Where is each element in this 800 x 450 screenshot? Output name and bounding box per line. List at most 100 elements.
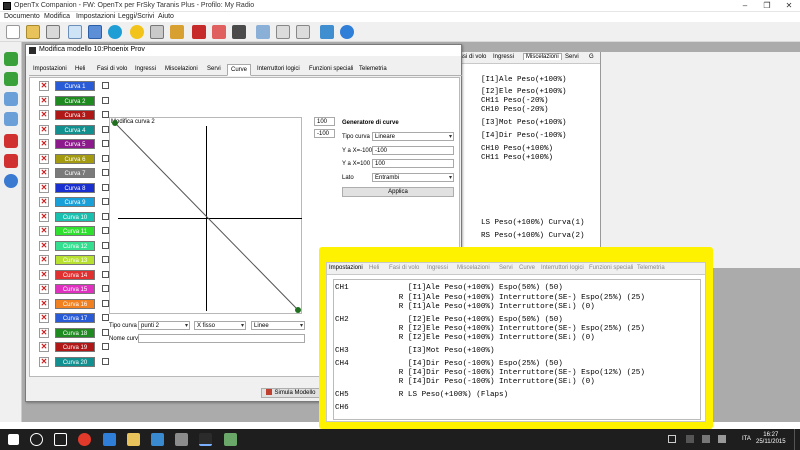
delete-curve-icon[interactable]: ✕ <box>39 211 49 222</box>
curve-visible-checkbox[interactable] <box>102 96 109 104</box>
curve-visible-checkbox[interactable] <box>102 140 109 147</box>
store-icon[interactable] <box>151 433 164 446</box>
summary-tab-impostazioni[interactable]: Impostazioni <box>329 265 363 271</box>
maximize-button[interactable]: ❐ <box>756 0 778 12</box>
rp-tab-g[interactable]: G <box>589 54 594 60</box>
show-desktop-button[interactable] <box>794 429 800 450</box>
delete-curve-icon[interactable]: ✕ <box>39 313 49 323</box>
curve-visible-checkbox[interactable] <box>102 343 109 350</box>
tab-servi[interactable]: Servi <box>207 66 221 72</box>
save-app-icon[interactable] <box>175 433 188 446</box>
curve-select-button[interactable]: Curva 13 <box>55 255 95 265</box>
apply-button[interactable]: Applica <box>342 187 454 197</box>
x-mode-select[interactable]: X fisso <box>194 321 246 330</box>
dock-backup-icon[interactable] <box>4 112 18 126</box>
curve-type-select[interactable]: punti 2 <box>138 321 190 330</box>
gen-y-plus-input[interactable]: 100 <box>372 159 454 168</box>
curve-select-button[interactable]: Curva 17 <box>55 313 95 323</box>
start-windows-icon[interactable] <box>8 434 19 445</box>
delete-curve-icon[interactable]: ✕ <box>39 298 49 309</box>
curve-point-end[interactable] <box>295 307 301 313</box>
simulate-model-button[interactable]: Simula Modello <box>261 388 321 398</box>
delete-curve-icon[interactable]: ✕ <box>39 197 49 207</box>
summary-tab-telemetria[interactable]: Telemetria <box>637 265 665 271</box>
delete-curve-icon[interactable]: ✕ <box>39 240 49 251</box>
curve-select-button[interactable]: Curva 10 <box>55 211 95 222</box>
curve-select-button[interactable]: Curva 9 <box>55 197 95 207</box>
gen-side-select[interactable]: Entrambi <box>372 173 454 182</box>
curve-select-button[interactable]: Curva 5 <box>55 139 95 149</box>
line-mode-select[interactable]: Linee <box>251 321 305 330</box>
delete-curve-icon[interactable]: ✕ <box>39 168 49 178</box>
delete-curve-icon[interactable]: ✕ <box>39 81 49 91</box>
new-file-icon[interactable] <box>6 25 20 39</box>
summary-tab-funzioni[interactable]: Funzioni speciali <box>589 265 633 271</box>
menu-impostazioni[interactable]: Impostazioni <box>76 13 115 20</box>
summary-tab-interruttori[interactable]: Interruttori logici <box>541 265 584 271</box>
close-button[interactable]: ✕ <box>778 0 800 12</box>
curve-select-button[interactable]: Curva 16 <box>55 298 95 309</box>
curve-select-button[interactable]: Curva 15 <box>55 284 95 294</box>
save-icon[interactable] <box>46 25 60 39</box>
curve-select-button[interactable]: Curva 11 <box>55 226 95 236</box>
menu-documento[interactable]: Documento <box>4 13 40 20</box>
curve-visible-checkbox[interactable] <box>102 183 109 191</box>
curve-select-button[interactable]: Curva 4 <box>55 124 95 135</box>
dock-firmware-icon[interactable] <box>4 134 18 148</box>
tab-fasi-di-volo[interactable]: Fasi di volo <box>97 66 127 72</box>
dock-settings-icon[interactable] <box>4 174 18 188</box>
delete-curve-icon[interactable]: ✕ <box>39 182 49 193</box>
spin-bottom[interactable]: -100 <box>314 129 335 138</box>
menu-leggi-scrivi[interactable]: Leggi/Scrivi <box>118 13 154 20</box>
minimize-button[interactable]: – <box>734 0 756 12</box>
curve-select-button[interactable]: Curva 19 <box>55 342 95 352</box>
print-icon[interactable] <box>150 25 164 39</box>
calculator-icon[interactable] <box>192 25 206 39</box>
summary-tab-miscelazioni[interactable]: Miscelazioni <box>457 265 490 271</box>
delete-curve-icon[interactable]: ✕ <box>39 226 49 236</box>
curve-graph[interactable]: Modifica curva 2 <box>109 117 302 314</box>
curve-visible-checkbox[interactable] <box>102 111 109 118</box>
tray-network-icon[interactable] <box>702 435 710 443</box>
tab-heli[interactable]: Heli <box>75 66 85 72</box>
curve-visible-checkbox[interactable] <box>102 82 109 89</box>
dock-download-icon[interactable] <box>4 52 18 66</box>
curve-visible-checkbox[interactable] <box>102 357 109 365</box>
taskbar-clock[interactable]: 16:27 25/11/2015 <box>756 432 786 446</box>
language-indicator[interactable]: ITA <box>742 436 751 442</box>
curve-select-button[interactable]: Curva 3 <box>55 110 95 120</box>
curve-visible-checkbox[interactable] <box>102 270 109 278</box>
curve-visible-checkbox[interactable] <box>102 285 109 292</box>
summary-tab-heli[interactable]: Heli <box>369 265 379 271</box>
spin-top[interactable]: 100 <box>314 117 335 126</box>
tray-up-icon[interactable] <box>668 435 676 443</box>
open-folder-icon[interactable] <box>26 25 40 39</box>
curve-visible-checkbox[interactable] <box>102 256 109 263</box>
write-radio-icon[interactable] <box>212 25 226 39</box>
rp-tab-ingressi[interactable]: Ingressi <box>493 54 514 60</box>
tab-funzioni-speciali[interactable]: Funzioni speciali <box>309 66 353 72</box>
summary-tab-servi[interactable]: Servi <box>499 265 513 271</box>
delete-curve-icon[interactable]: ✕ <box>39 255 49 265</box>
delete-curve-icon[interactable]: ✕ <box>39 153 49 164</box>
explorer-icon[interactable] <box>127 433 140 446</box>
gen-y-minus-input[interactable]: -100 <box>372 146 454 155</box>
tab-impostazioni[interactable]: Impostazioni <box>33 66 67 72</box>
delete-curve-icon[interactable]: ✕ <box>39 139 49 149</box>
curve-visible-checkbox[interactable] <box>102 198 109 205</box>
paste-icon[interactable] <box>296 25 310 39</box>
task-view-icon[interactable] <box>54 433 67 446</box>
delete-curve-icon[interactable]: ✕ <box>39 124 49 135</box>
summary-tab-curve[interactable]: Curve <box>519 265 535 271</box>
dock-flash-icon[interactable] <box>4 154 18 168</box>
search-circle-icon[interactable] <box>30 433 43 446</box>
curve-select-button[interactable]: Curva 1 <box>55 81 95 91</box>
cut-icon[interactable] <box>256 25 270 39</box>
copy-icon[interactable] <box>276 25 290 39</box>
chrome-icon[interactable] <box>78 433 91 446</box>
curve-select-button[interactable]: Curva 18 <box>55 327 95 338</box>
menu-aiuto[interactable]: Aiuto <box>158 13 174 20</box>
curve-select-button[interactable]: Curva 2 <box>55 95 95 106</box>
curve-visible-checkbox[interactable] <box>102 328 109 336</box>
curve-visible-checkbox[interactable] <box>102 314 109 321</box>
